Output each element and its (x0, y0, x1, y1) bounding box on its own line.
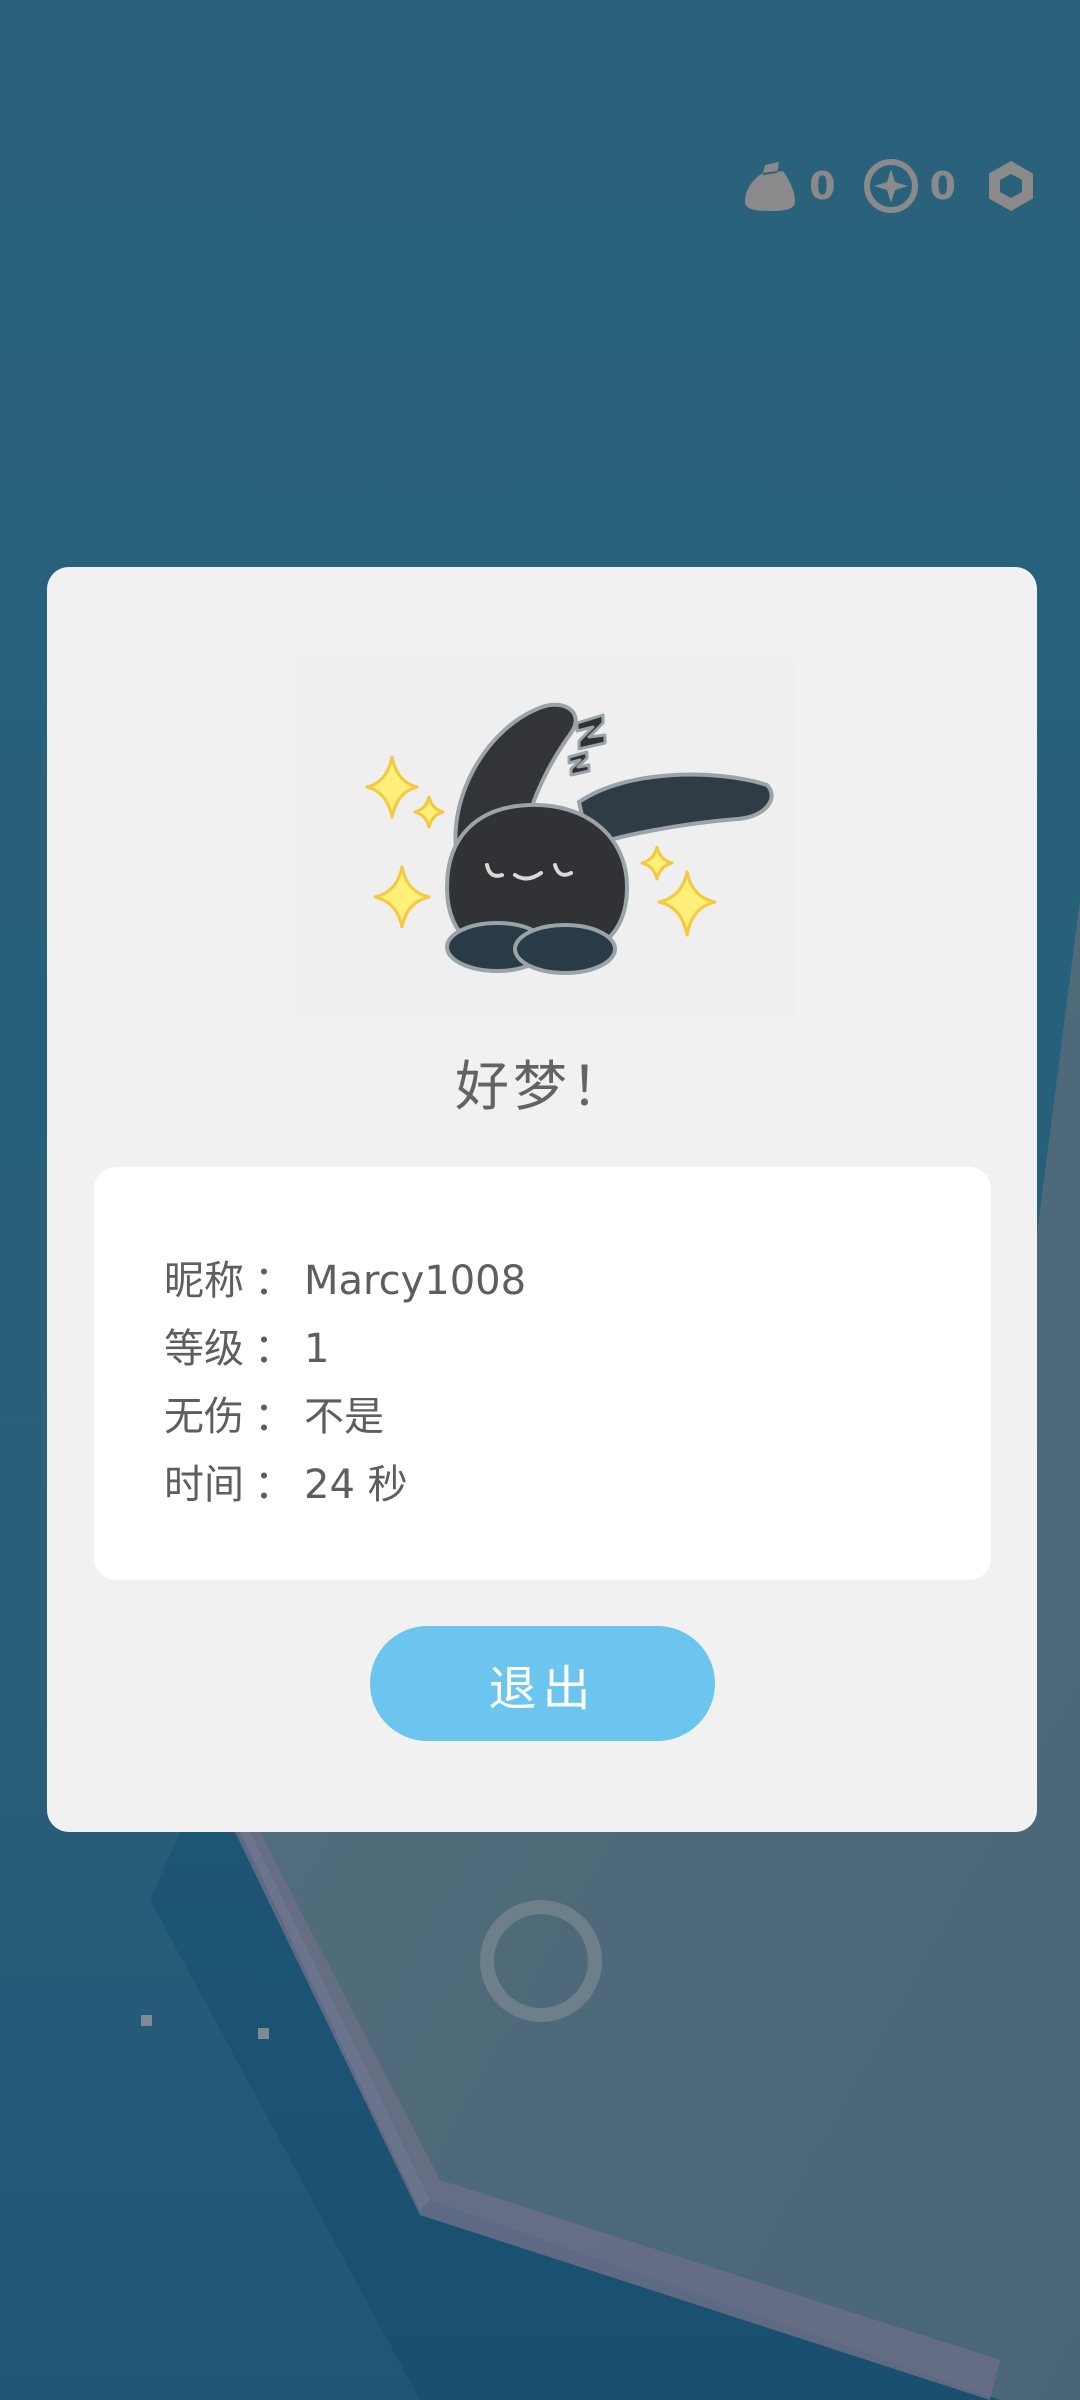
separator: ： (254, 1326, 294, 1372)
hud-coin-counter: 0 (862, 157, 956, 215)
level-row: 等级： 1 (164, 1315, 526, 1383)
sleeping-bunny-icon (297, 657, 797, 1017)
result-info-panel: 昵称： Marcy1008 等级： 1 无伤：不是 时间： 24 秒 (94, 1167, 991, 1580)
separator: ： (254, 1258, 294, 1304)
coin-count: 0 (929, 164, 956, 208)
nickname-label: 昵称 (164, 1258, 244, 1304)
result-info-list: 昵称： Marcy1008 等级： 1 无伤：不是 时间： 24 秒 (164, 1247, 526, 1519)
dot-marker (141, 2015, 152, 2026)
dot-marker (258, 2028, 269, 2039)
top-hud: 0 0 (741, 150, 1040, 222)
exit-button[interactable]: 退出 (370, 1626, 715, 1741)
time-row: 时间： 24 秒 (164, 1451, 526, 1519)
compass-coin-icon (862, 157, 920, 215)
nickname-row: 昵称： Marcy1008 (164, 1247, 526, 1315)
hexagon-settings-icon[interactable] (982, 157, 1040, 215)
settings-button[interactable] (982, 157, 1040, 215)
level-label: 等级 (164, 1326, 244, 1372)
no-damage-value: 不是 (304, 1394, 384, 1440)
no-damage-row: 无伤：不是 (164, 1383, 526, 1451)
separator: ： (254, 1394, 294, 1440)
ring-marker (480, 1900, 602, 2022)
hud-bag-counter: 0 (741, 157, 836, 215)
result-dialog: 好梦！ 昵称： Marcy1008 等级： 1 无伤：不是 时间： 24 秒 退出 (47, 567, 1037, 1832)
coin-bag-icon (741, 157, 799, 215)
bag-count: 0 (809, 164, 836, 208)
level-value: 1 (304, 1326, 330, 1372)
time-label: 时间 (164, 1462, 244, 1508)
dialog-title: 好梦！ (455, 1055, 629, 1118)
nickname-value: Marcy1008 (304, 1258, 527, 1304)
no-damage-label: 无伤 (164, 1394, 244, 1440)
separator: ： (254, 1462, 294, 1508)
time-value: 24 秒 (304, 1462, 408, 1508)
